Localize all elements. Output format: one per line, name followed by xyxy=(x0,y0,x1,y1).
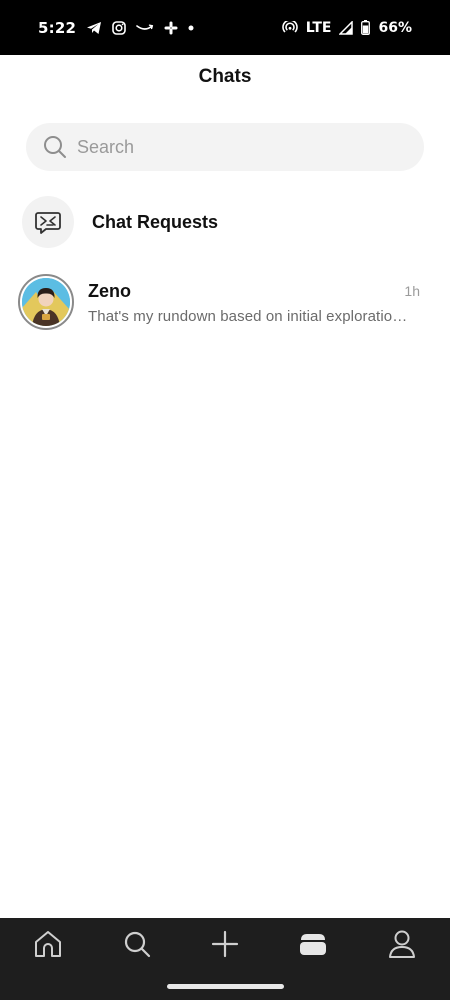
status-time: 5:22 xyxy=(38,18,77,37)
chat-name: Zeno xyxy=(88,281,131,301)
status-bar: 5:22 LTE 66% xyxy=(0,0,450,55)
avatar-image xyxy=(22,278,70,326)
chat-list-item[interactable]: Zeno 1h That's my rundown based on initi… xyxy=(18,274,428,332)
search-icon xyxy=(123,930,151,963)
nav-home[interactable] xyxy=(13,918,83,974)
amazon-icon xyxy=(136,23,154,33)
nav-create[interactable] xyxy=(190,918,260,974)
nav-profile[interactable] xyxy=(367,918,437,974)
hotspot-icon xyxy=(282,20,298,35)
instagram-icon xyxy=(112,20,126,35)
chat-preview: That's my rundown based on initial explo… xyxy=(88,308,408,325)
search-input[interactable] xyxy=(77,136,397,158)
dot-icon xyxy=(188,25,194,31)
battery-level: 66% xyxy=(378,19,412,36)
telegram-icon xyxy=(86,21,102,35)
chats-icon xyxy=(298,931,328,962)
avatar xyxy=(18,274,74,330)
status-right: LTE 66% xyxy=(282,20,412,36)
page-title: Chats xyxy=(198,66,252,87)
chat-requests-button[interactable]: Chat Requests xyxy=(22,195,422,249)
plus-icon xyxy=(211,930,239,963)
search-icon xyxy=(43,135,67,159)
gesture-area xyxy=(0,974,450,1000)
home-icon xyxy=(33,930,63,963)
network-type: LTE xyxy=(305,19,332,36)
nav-chats[interactable] xyxy=(278,918,348,974)
profile-icon xyxy=(387,929,417,964)
nav-search[interactable] xyxy=(102,918,172,974)
bottom-nav xyxy=(0,918,450,974)
gesture-handle[interactable] xyxy=(167,984,284,989)
battery-icon xyxy=(361,20,371,35)
chat-timestamp: 1h xyxy=(404,283,420,299)
search-bar[interactable] xyxy=(26,123,424,171)
status-left: 5:22 xyxy=(38,19,194,37)
chat-requests-icon xyxy=(22,196,74,248)
signal-icon xyxy=(339,20,354,35)
slack-icon xyxy=(164,21,178,35)
chat-requests-label: Chat Requests xyxy=(92,211,219,232)
